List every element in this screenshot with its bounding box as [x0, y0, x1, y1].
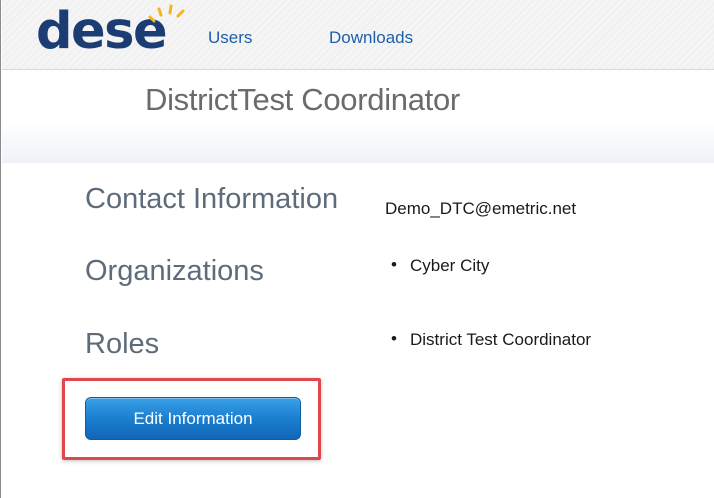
logo-wordmark: dese — [36, 2, 168, 61]
role-item: District Test Coordinator — [388, 329, 591, 350]
edit-information-button[interactable]: Edit Information — [85, 397, 301, 440]
organizations-label: Organizations — [85, 255, 264, 287]
contact-email: Demo_DTC@emetric.net — [385, 199, 577, 218]
page-frame: dese Users Downloads DistrictTest Coordi… — [0, 0, 714, 498]
sun-rays-icon — [148, 4, 185, 23]
dese-logo[interactable]: dese — [36, 2, 185, 61]
roles-label: Roles — [85, 328, 160, 360]
nav-downloads-link[interactable]: Downloads — [329, 28, 413, 48]
nav-users-link[interactable]: Users — [208, 28, 252, 48]
organizations-list: Cyber City — [388, 255, 489, 276]
top-navigation-bar: dese Users Downloads — [2, 0, 714, 70]
roles-list: District Test Coordinator — [388, 329, 591, 350]
page-title: DistrictTest Coordinator — [145, 82, 460, 117]
organization-item: Cyber City — [388, 255, 489, 276]
contact-information-label: Contact Information — [85, 183, 339, 215]
